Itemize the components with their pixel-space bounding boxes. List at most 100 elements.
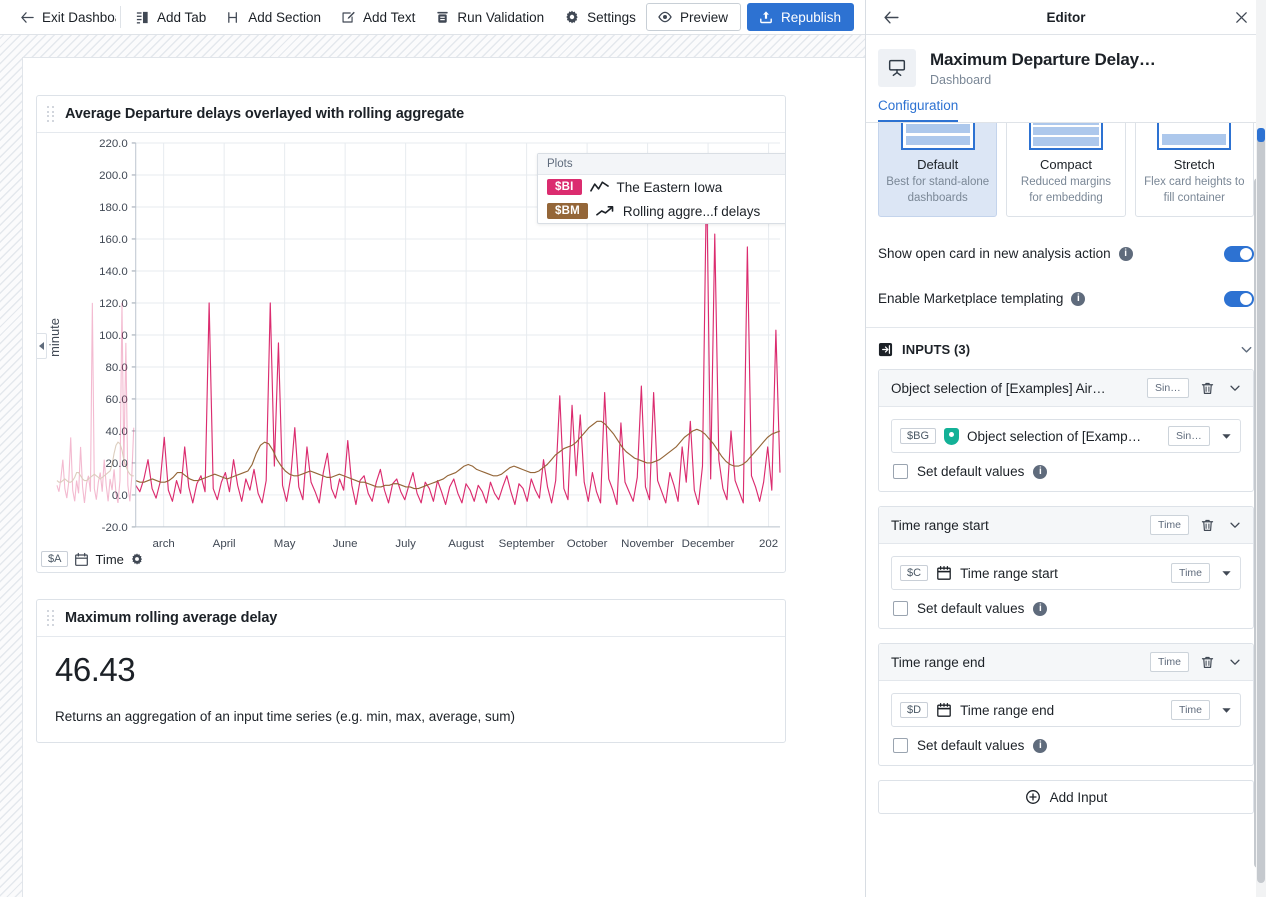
chart-card-header: Average Departure delays overlayed with …: [37, 96, 785, 133]
legend-item-label: Rolling aggre...f delays: [622, 203, 761, 219]
y-tick-label: -20.0: [102, 522, 128, 534]
delete-input-button[interactable]: [1197, 378, 1217, 398]
option-show-open-card: Show open card in new analysis action i: [866, 231, 1266, 276]
field-name: Time range start: [960, 565, 1058, 581]
settings-button[interactable]: Settings: [554, 4, 646, 31]
field-variable-tag: $D: [900, 702, 929, 719]
calendar-icon: [936, 702, 952, 718]
chart-card-title: Average Departure delays overlayed with …: [65, 106, 465, 122]
layout-option-default[interactable]: Default Best for stand-alone dashboards: [878, 123, 998, 218]
input-field-row[interactable]: $BG Object selection of [Examp… Singl…: [891, 419, 1241, 454]
close-icon[interactable]: [1228, 4, 1254, 30]
input-card-body: $D Time range end Time Set default value…: [879, 681, 1253, 765]
metric-card: Maximum rolling average delay 46.43 Retu…: [36, 599, 786, 743]
input-card-title: Time range start: [891, 517, 989, 533]
plus-circle-icon: [1025, 789, 1041, 805]
legend-item[interactable]: $BM Rolling aggre...f delays: [538, 199, 785, 223]
info-icon[interactable]: i: [1033, 601, 1048, 616]
x-tick-label: July: [395, 538, 416, 550]
input-card-header: Time range end Time: [879, 644, 1253, 682]
y-tick-label: 200.0: [99, 170, 128, 182]
chevron-down-icon[interactable]: [1225, 515, 1245, 535]
set-default-values-checkbox[interactable]: [893, 601, 908, 617]
layout-option-desc: Reduced margins for embedding: [1020, 176, 1112, 204]
input-type-pill: Time: [1150, 515, 1189, 536]
chevron-down-icon[interactable]: [1225, 378, 1245, 398]
metric-description: Returns an aggregation of an input time …: [55, 709, 515, 724]
info-icon[interactable]: i: [1033, 738, 1048, 753]
dropdown-caret-icon[interactable]: [1218, 568, 1234, 579]
heading-icon: [226, 10, 241, 25]
option-toggle[interactable]: [1224, 245, 1254, 262]
add-text-button[interactable]: Add Text: [331, 4, 425, 31]
inputs-section-header[interactable]: INPUTS (3): [866, 328, 1266, 369]
line-chart-icon: [589, 180, 609, 194]
input-card-time-range-start: Time range start Time $C Time range star…: [878, 506, 1254, 630]
x-tick-label: May: [274, 538, 296, 550]
layout-option-stretch[interactable]: FLEX Stretch Flex card heights to fill c…: [1134, 123, 1254, 218]
option-label: Show open card in new analysis action: [878, 246, 1111, 262]
input-card-time-range-end: Time range end Time $D Time range end Ti…: [878, 643, 1254, 767]
input-field-row[interactable]: $D Time range end Time: [891, 693, 1241, 728]
run-validation-button[interactable]: Run Validation: [425, 4, 554, 31]
preview-button[interactable]: Preview: [645, 3, 741, 31]
chart-card: Average Departure delays overlayed with …: [36, 95, 786, 573]
x-axis-control[interactable]: $A Time: [39, 549, 150, 569]
page-scrollbar-thumb[interactable]: [1257, 138, 1265, 883]
x-axis-label: Time: [95, 551, 124, 567]
option-label: Enable Marketplace templating: [878, 291, 1064, 307]
input-field-row[interactable]: $C Time range start Time: [891, 556, 1241, 591]
x-tick-label: December: [682, 538, 735, 550]
chevron-down-icon[interactable]: [1239, 342, 1254, 357]
add-tab-button[interactable]: Add Tab: [125, 4, 216, 31]
dropdown-caret-icon[interactable]: [1218, 431, 1234, 442]
y-tick-label: 100.0: [99, 330, 128, 342]
input-card-title: Object selection of [Examples] Air…: [891, 380, 1106, 396]
gear-icon[interactable]: [130, 552, 144, 566]
x-tick-label: November: [621, 538, 674, 550]
collapse-panel-button[interactable]: [37, 333, 47, 359]
drag-handle-icon[interactable]: [47, 610, 57, 626]
y-tick-label: 140.0: [99, 266, 128, 278]
drag-handle-icon[interactable]: [47, 106, 57, 122]
x-tick-label: June: [333, 538, 358, 550]
x-tick-label: April: [213, 538, 236, 550]
calendar-icon: [936, 565, 952, 581]
y-tick-label: 80.0: [105, 362, 127, 374]
delete-input-button[interactable]: [1197, 652, 1217, 672]
editor-tabs: Configuration: [866, 97, 1266, 123]
back-button[interactable]: [878, 4, 904, 30]
x-tick-label: October: [567, 538, 608, 550]
option-toggle[interactable]: [1224, 290, 1254, 307]
metric-value: 46.43: [55, 651, 136, 688]
info-icon[interactable]: i: [1071, 291, 1086, 306]
layout-option-name: Default: [917, 157, 959, 172]
add-section-label: Add Section: [248, 9, 322, 25]
editor-scroll-region: Default Best for stand-alone dashboards …: [866, 123, 1266, 897]
add-section-button[interactable]: Add Section: [216, 4, 331, 31]
info-icon[interactable]: i: [1033, 464, 1048, 479]
x-axis-variable-tag: $A: [41, 551, 69, 567]
chevron-down-icon[interactable]: [1225, 652, 1245, 672]
add-input-button[interactable]: Add Input: [878, 780, 1254, 815]
input-type-pill: Time: [1150, 652, 1189, 673]
exit-dashboard-label: Exit Dashboard: [42, 9, 116, 25]
info-icon[interactable]: i: [1118, 246, 1133, 261]
preview-label: Preview: [679, 9, 728, 25]
delete-input-button[interactable]: [1197, 515, 1217, 535]
exit-dashboard-button[interactable]: Exit Dashboard: [10, 4, 116, 31]
set-default-values-checkbox[interactable]: [893, 464, 908, 480]
layout-option-compact[interactable]: Compact Reduced margins for embedding: [1006, 123, 1126, 218]
dropdown-caret-icon[interactable]: [1218, 705, 1234, 716]
settings-label: Settings: [587, 9, 636, 25]
legend-item[interactable]: $BI The Eastern Iowa: [538, 175, 785, 199]
layout-option-name: Stretch: [1173, 157, 1215, 172]
set-default-values-checkbox[interactable]: [893, 738, 908, 754]
republish-button[interactable]: Republish: [746, 3, 854, 31]
editor-panel-header: Editor: [866, 0, 1266, 35]
tab-configuration[interactable]: Configuration: [878, 98, 959, 123]
field-name: Time range end: [960, 702, 1055, 718]
input-card-body: $BG Object selection of [Examp… Singl… S…: [879, 407, 1253, 491]
dashboard-editor-pane: Exit Dashboard Add Tab Add Section Add T: [0, 0, 866, 897]
y-tick-label: 180.0: [99, 202, 128, 214]
